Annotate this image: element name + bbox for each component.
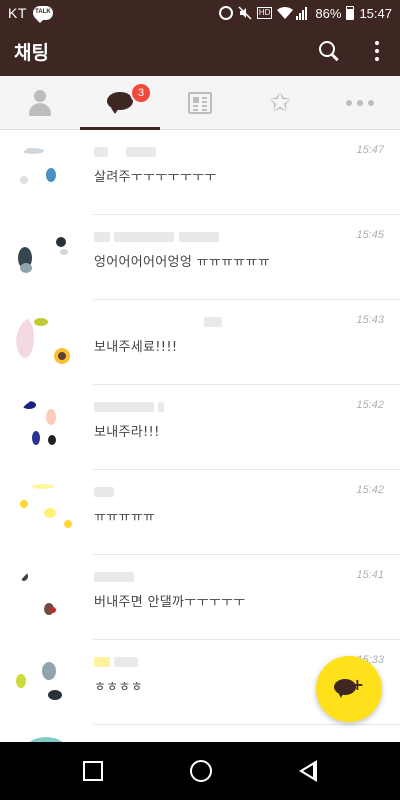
tab-friends[interactable] <box>0 76 80 129</box>
avatar <box>16 142 76 202</box>
chat-room-item[interactable]: 보내주라!!! 15:42 <box>0 385 400 470</box>
recents-icon[interactable] <box>83 761 104 781</box>
star-icon: ✩ <box>269 87 291 118</box>
chat-room-item[interactable]: 보내주세료!!!! 15:43 <box>0 300 400 385</box>
home-icon[interactable] <box>189 760 212 782</box>
system-nav-bar <box>0 742 400 800</box>
chat-name-redacted <box>94 399 165 417</box>
avatar <box>16 397 76 457</box>
chat-room-item[interactable]: 살려주ㅜㅜㅜㅜㅜㅜㅜ 15:47 <box>0 130 400 215</box>
carrier-label: KT <box>8 5 27 21</box>
battery-icon <box>346 6 355 20</box>
more-vert-icon[interactable] <box>374 41 380 61</box>
chat-last-message: 엉어어어어어엉엉 ㅠㅠㅠㅠㅠㅠ <box>94 255 271 270</box>
page-title: 채팅 <box>14 41 49 64</box>
chat-room-item[interactable]: ㅠㅠㅠㅠㅠ 15:42 <box>0 470 400 555</box>
data-saver-icon <box>218 6 233 20</box>
chat-time: 15:42 <box>356 484 384 496</box>
chat-time: 15:45 <box>356 229 384 241</box>
talk-label: TALK <box>35 9 51 15</box>
chat-room-item[interactable]: 엉어어어어어엉엉 ㅠㅠㅠㅠㅠㅠ 15:45 <box>0 215 400 300</box>
status-bar: KT TALK HD 86% 15:47 <box>0 0 400 26</box>
newspaper-icon <box>188 91 212 114</box>
avatar <box>16 312 76 372</box>
wifi-icon <box>277 6 294 20</box>
back-icon[interactable] <box>298 760 317 782</box>
chat-last-message: 살려주ㅜㅜㅜㅜㅜㅜㅜ <box>94 170 217 185</box>
status-left: KT TALK <box>8 5 53 23</box>
chat-name-redacted <box>94 314 222 332</box>
hd-voice-icon: HD <box>256 7 273 19</box>
header-actions <box>318 40 386 62</box>
avatar <box>16 482 76 542</box>
tab-favorites[interactable]: ✩ <box>240 76 320 129</box>
chat-time: 15:43 <box>356 314 384 326</box>
chat-name-redacted <box>94 569 134 587</box>
battery-percent: 86% <box>315 5 342 21</box>
tab-news[interactable] <box>160 76 240 129</box>
tab-bar: ✩ 3 <box>0 76 400 130</box>
chat-name-redacted <box>94 229 219 247</box>
chat-last-message: 버내주면 안댈까ㅜㅜㅜㅜㅜ <box>94 595 246 610</box>
new-chat-icon: + <box>334 677 364 701</box>
chat-room-item[interactable] <box>0 725 400 742</box>
chat-bubble-icon <box>107 91 133 114</box>
chat-last-message: 보내주세료!!!! <box>94 340 178 355</box>
avatar <box>16 227 76 287</box>
status-right: HD 86% 15:47 <box>218 5 392 21</box>
chat-last-message: 보내주라!!! <box>94 425 160 440</box>
new-chat-button[interactable]: + <box>316 656 382 722</box>
chat-list[interactable]: 살려주ㅜㅜㅜㅜㅜㅜㅜ 15:47 엉어어어어어엉엉 ㅠㅠㅠㅠㅠㅠ 15:45 보… <box>0 130 400 742</box>
kakaotalk-notification-icon: TALK <box>32 6 53 23</box>
chat-time: 15:47 <box>356 144 384 156</box>
search-icon[interactable] <box>318 40 340 62</box>
chat-name-redacted <box>94 144 157 162</box>
chat-time: 15:41 <box>356 569 384 581</box>
person-icon <box>28 89 52 116</box>
app-header: 채팅 <box>0 26 400 76</box>
chat-last-message: ㅠㅠㅠㅠㅠ <box>94 510 156 525</box>
chat-room-item[interactable]: 버내주면 안댈까ㅜㅜㅜㅜㅜ 15:41 <box>0 555 400 640</box>
signal-icon <box>296 6 310 20</box>
battery-fill <box>347 8 354 19</box>
mute-icon <box>238 6 252 20</box>
unread-badge: 3 <box>130 82 152 104</box>
chat-last-message: ㅎㅎㅎㅎ <box>94 680 144 695</box>
chat-name-redacted <box>94 484 114 502</box>
chat-name-redacted <box>94 654 139 672</box>
avatar <box>16 567 76 627</box>
avatar <box>16 652 76 712</box>
tab-more[interactable] <box>320 76 400 129</box>
more-horiz-icon <box>346 99 374 106</box>
clock: 15:47 <box>359 5 392 21</box>
chat-time: 15:42 <box>356 399 384 411</box>
